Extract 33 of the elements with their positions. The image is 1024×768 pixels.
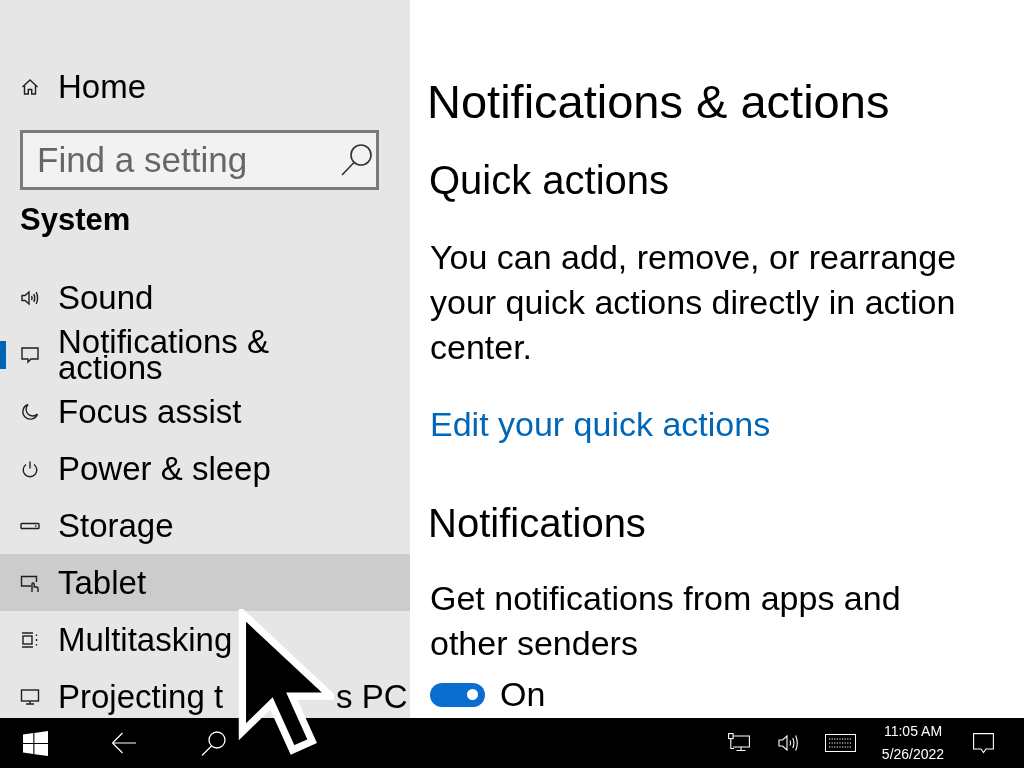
- action-center-icon[interactable]: [973, 732, 994, 754]
- section-heading: Quick actions: [429, 157, 670, 204]
- back-arrow-icon[interactable]: [111, 731, 137, 755]
- nav-item[interactable]: Storage: [0, 497, 410, 554]
- home-icon: [20, 77, 40, 97]
- section-heading: System: [19, 201, 132, 239]
- windows-logo-icon[interactable]: [23, 730, 48, 756]
- nav-item[interactable]: Sound: [0, 269, 410, 326]
- toggle-switch[interactable]: [430, 682, 485, 707]
- search-icon: [340, 143, 374, 177]
- moon-icon: [20, 401, 40, 422]
- clock[interactable]: 11:05 AM 5/26/2022: [872, 720, 954, 766]
- setting-label: Get notifications from apps and other senders: [430, 578, 902, 664]
- edit-link[interactable]: Edit your quick actions: [430, 402, 771, 447]
- search-icon[interactable]: [201, 730, 227, 756]
- nav-item[interactable]: Notifications & actions: [0, 326, 410, 383]
- network-monitor-icon[interactable]: [728, 733, 750, 753]
- section-heading: Notifications: [428, 500, 646, 547]
- description-text: You can add, remove, or rearrange your quick actions directly in action center.: [430, 237, 958, 368]
- speech-bubble-icon: [20, 344, 40, 365]
- toggle-state-text: On: [500, 674, 546, 715]
- screen-icon: [20, 686, 40, 707]
- nav-item[interactable]: Power & sleep: [0, 440, 410, 497]
- search-field[interactable]: Find a setting: [20, 130, 379, 190]
- speaker-icon[interactable]: [778, 733, 800, 753]
- multitasking-icon: [20, 629, 40, 650]
- page-title: Notifications & actions: [427, 74, 890, 130]
- keyboard-icon[interactable]: [825, 734, 856, 752]
- nav-item[interactable]: Focus assist: [0, 383, 410, 440]
- nav-item[interactable]: Multitasking: [0, 611, 410, 668]
- home-link[interactable]: Home: [0, 57, 410, 117]
- nav-item[interactable]: Projecting t s PC: [0, 668, 410, 718]
- nav-item[interactable]: Tablet: [0, 554, 410, 611]
